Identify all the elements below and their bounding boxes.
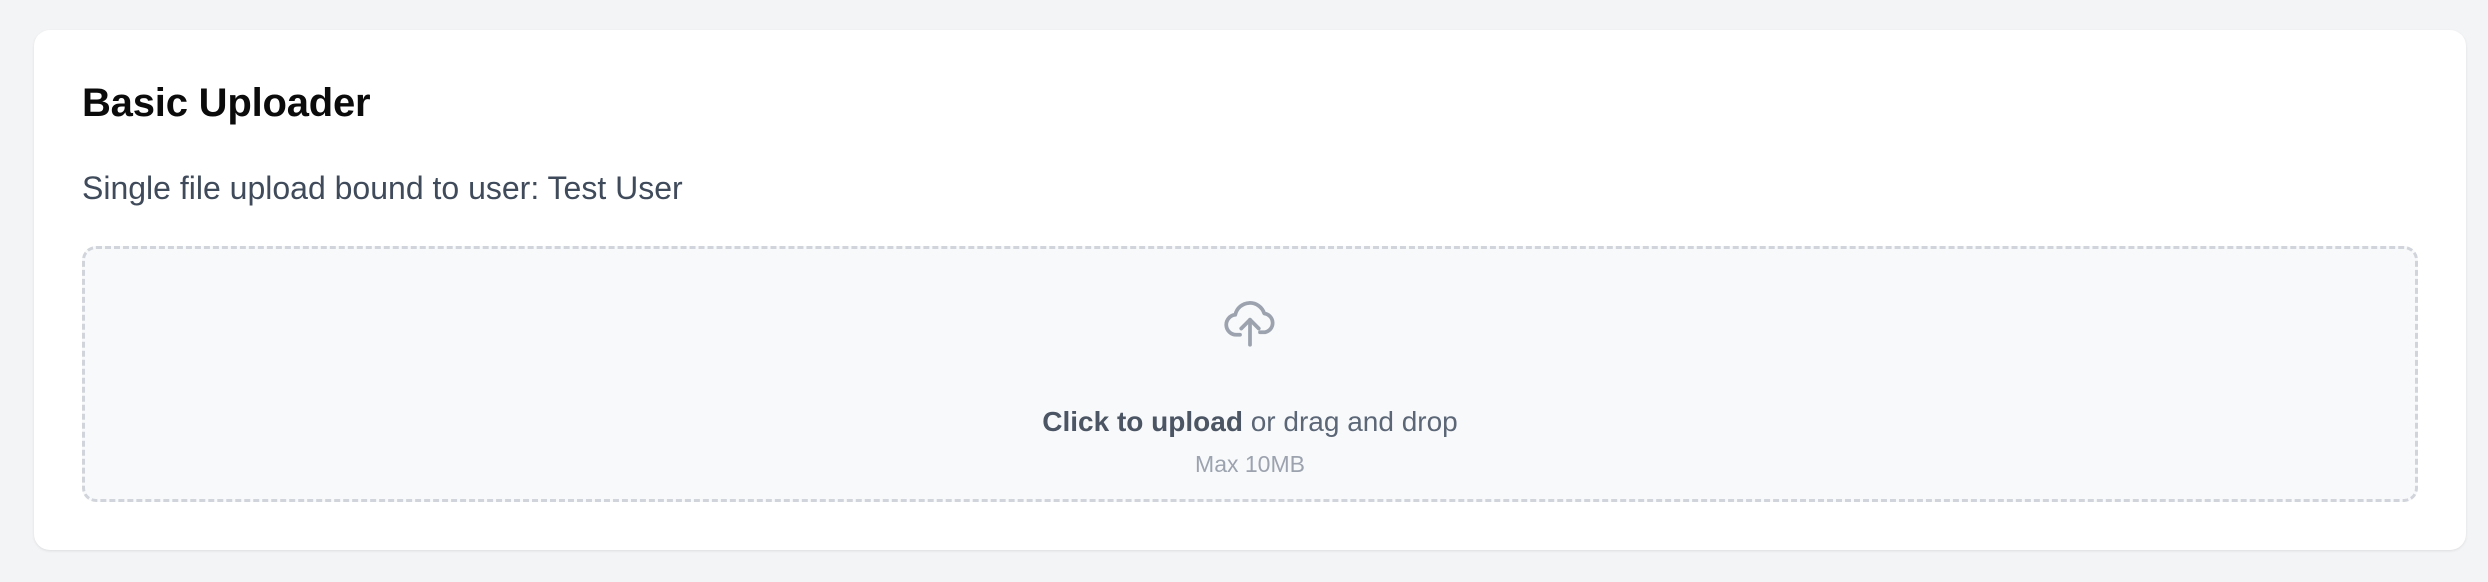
file-dropzone[interactable]: Click to upload or drag and drop Max 10M… [82, 246, 2418, 502]
cloud-upload-icon [1220, 291, 1280, 351]
uploader-title: Basic Uploader [82, 81, 371, 125]
dropzone-instructions: Click to upload or drag and drop [85, 405, 2415, 439]
uploader-subtitle: Single file upload bound to user: Test U… [82, 170, 683, 206]
click-to-upload-link[interactable]: Click to upload [1042, 406, 1243, 437]
uploader-card: Basic Uploader Single file upload bound … [34, 30, 2466, 550]
drag-and-drop-text: or drag and drop [1242, 406, 1458, 437]
file-size-limit: Max 10MB [1195, 451, 1305, 477]
